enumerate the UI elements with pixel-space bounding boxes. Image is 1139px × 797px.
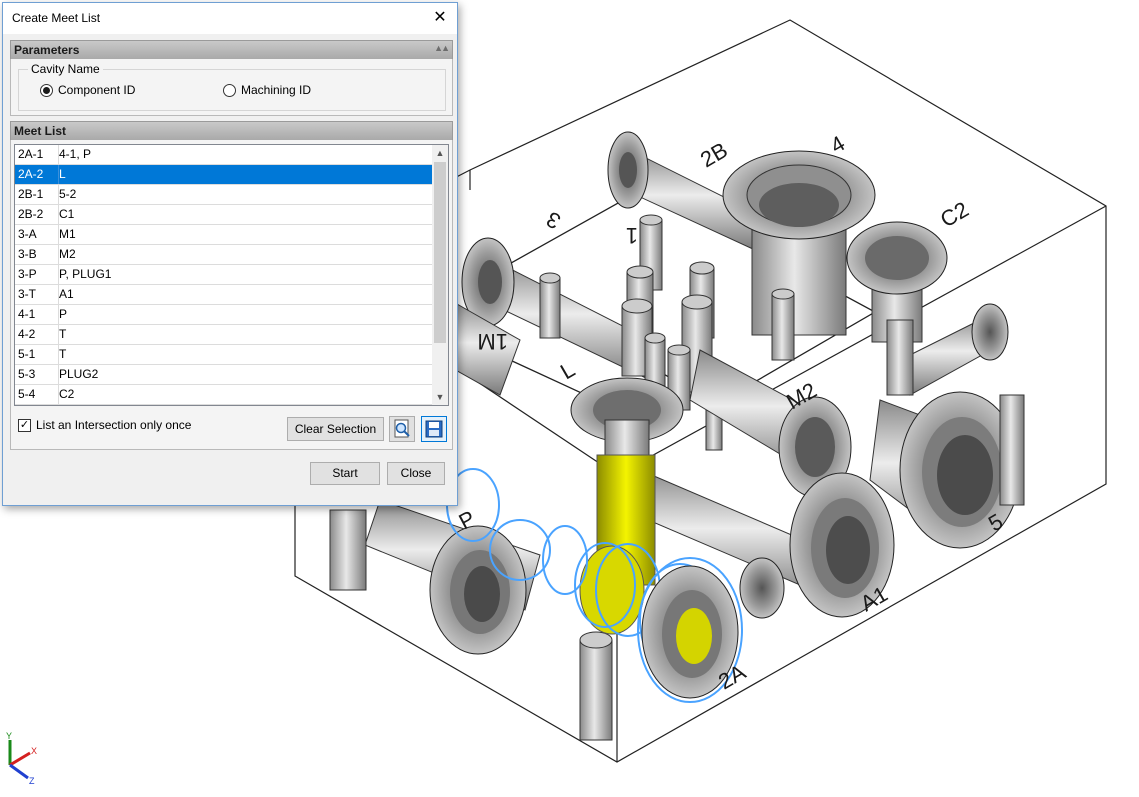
cavity-cell: 3-P	[15, 265, 59, 284]
create-meet-list-dialog[interactable]: Create Meet List ✕ Parameters ▲▲ Cavity …	[2, 2, 458, 506]
meet-list-header-label: Meet List	[14, 124, 67, 138]
save-list-button[interactable]	[421, 416, 447, 442]
table-row[interactable]: 5-4 C2	[15, 385, 433, 405]
meets-cell: A1	[59, 287, 74, 301]
table-row[interactable]: 3-B M2	[15, 245, 433, 265]
cavity-cell: 5-4	[15, 385, 59, 404]
table-row[interactable]: 4-1 P	[15, 305, 433, 325]
axis-y-label: Y	[6, 731, 12, 741]
cavity-cell: 2A-1	[15, 145, 59, 164]
meet-list[interactable]: 2A-1 4-1, P 2A-2 L 2B-1 5-2 2B-2 C1 3-A M1 3-B M2 3-…	[14, 144, 449, 406]
port-label-3: 3	[542, 206, 565, 234]
radio-selected-icon[interactable]	[40, 83, 53, 97]
meets-cell: 5-2	[59, 187, 77, 201]
scroll-down-icon[interactable]: ▼	[432, 389, 448, 405]
meets-cell: C1	[59, 207, 75, 221]
meets-cell: C2	[59, 387, 75, 401]
machining-id-radio[interactable]: Machining ID	[223, 83, 311, 97]
table-row[interactable]: 4-2 T	[15, 325, 433, 345]
axis-x-label: X	[31, 746, 37, 756]
cavity-cell: 4-2	[15, 325, 59, 344]
meet-list-header: Meet List	[10, 121, 453, 141]
table-row[interactable]: 3-A M1	[15, 225, 433, 245]
scroll-thumb[interactable]	[434, 162, 446, 343]
axis-z-label: Z	[29, 776, 35, 786]
meets-cell: 4-1, P	[59, 147, 92, 161]
cavity-cell: 2B-2	[15, 205, 59, 224]
table-row[interactable]: 2A-2 L	[15, 165, 433, 185]
table-row[interactable]: 2A-1 4-1, P	[15, 145, 433, 165]
cavity-cell: 3-B	[15, 245, 59, 264]
component-id-radio[interactable]: Component ID	[40, 83, 135, 97]
parameters-header[interactable]: Parameters ▲▲	[10, 40, 453, 60]
cavity-name-label: Cavity Name	[28, 62, 103, 76]
meets-cell: T	[59, 347, 67, 361]
close-button[interactable]: Close	[387, 462, 445, 485]
port-label-c2: C2	[936, 197, 973, 233]
port-label-1m: 1M	[477, 329, 508, 354]
zoom-to-selection-button[interactable]	[389, 416, 415, 442]
meets-cell: T	[59, 327, 67, 341]
table-row[interactable]: 2B-2 C1	[15, 205, 433, 225]
parameters-header-label: Parameters	[14, 43, 80, 57]
dialog-title: Create Meet List	[12, 11, 101, 25]
checkbox-checked-icon[interactable]: ✓	[18, 418, 31, 432]
list-scrollbar[interactable]: ▲ ▼	[432, 145, 448, 405]
list-once-checkbox[interactable]: ✓ List an Intersection only once	[18, 418, 191, 432]
magnifier-document-icon	[394, 419, 410, 438]
meet-list-panel: 2A-1 4-1, P 2A-2 L 2B-1 5-2 2B-2 C1 3-A M1 3-B M2 3-…	[10, 140, 453, 450]
meets-cell: M2	[59, 247, 76, 261]
clear-selection-button[interactable]: Clear Selection	[287, 417, 384, 441]
cavity-cell: 3-A	[15, 225, 59, 244]
cavity-cell: 2B-1	[15, 185, 59, 204]
cavity-cell: 5-1	[15, 345, 59, 364]
meets-cell: PLUG2	[59, 367, 99, 381]
close-icon[interactable]: ✕	[423, 3, 457, 34]
cavity-name-group: Cavity Name Component ID Machining ID	[18, 62, 446, 111]
dialog-titlebar[interactable]: Create Meet List ✕	[3, 3, 457, 34]
port-label-l: L	[556, 357, 579, 385]
axis-triad: Y X Z	[6, 731, 37, 786]
table-row[interactable]: 5-3 PLUG2	[15, 365, 433, 385]
table-row[interactable]: 3-T A1	[15, 285, 433, 305]
collapse-icon[interactable]: ▲▲	[434, 43, 450, 53]
start-button[interactable]: Start	[310, 462, 380, 485]
radio-unselected-icon[interactable]	[223, 83, 236, 97]
port-label-2b: 2B	[696, 137, 732, 172]
cavity-cell: 5-3	[15, 365, 59, 384]
save-list-icon	[425, 420, 443, 438]
meets-cell: M1	[59, 227, 76, 241]
table-row[interactable]: 3-P P, PLUG1	[15, 265, 433, 285]
cavity-cell: 2A-2	[15, 165, 59, 184]
port-label-1: 1	[626, 223, 638, 248]
list-once-label: List an Intersection only once	[36, 418, 192, 432]
machining-id-label: Machining ID	[241, 83, 312, 97]
cavity-cell: 3-T	[15, 285, 59, 304]
table-row[interactable]: 5-1 T	[15, 345, 433, 365]
scroll-up-icon[interactable]: ▲	[432, 145, 448, 161]
table-row[interactable]: 2B-1 5-2	[15, 185, 433, 205]
component-id-label: Component ID	[58, 83, 136, 97]
meets-cell: P	[59, 307, 68, 321]
cavity-cell: 4-1	[15, 305, 59, 324]
meets-cell: P, PLUG1	[59, 267, 112, 281]
meets-cell: L	[59, 167, 66, 181]
parameters-panel: Cavity Name Component ID Machining ID	[10, 59, 453, 116]
